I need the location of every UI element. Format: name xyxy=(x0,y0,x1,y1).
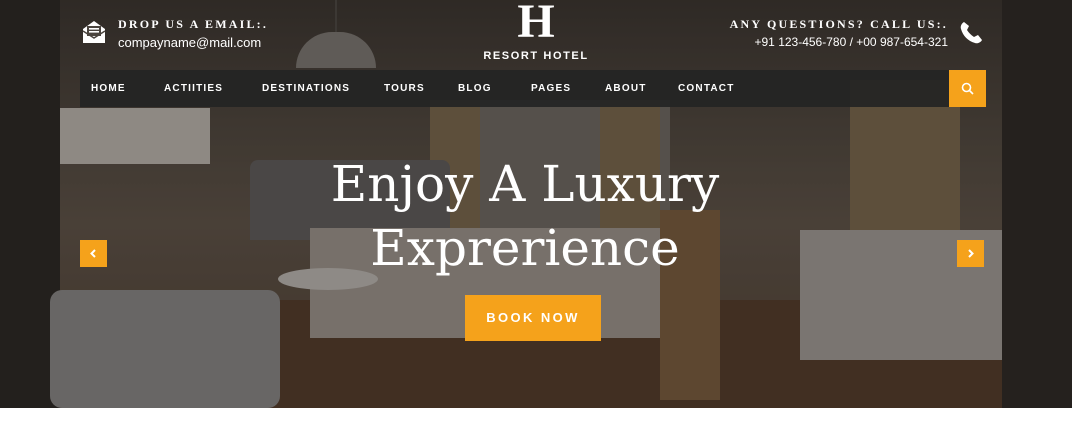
phone-icon xyxy=(958,20,984,46)
nav-item-home[interactable]: HOME xyxy=(91,70,126,107)
slider-prev-button[interactable] xyxy=(80,240,107,267)
chevron-right-icon xyxy=(968,249,974,258)
slider-next-button[interactable] xyxy=(957,240,984,267)
hero-slider: DROP US A EMAIL:. compayname@mail.com H … xyxy=(0,0,1072,408)
hero-headline: Enjoy A Luxury Exprerience xyxy=(0,152,1050,280)
nav-item-blog[interactable]: BLOG xyxy=(458,70,492,107)
call-title: ANY QUESTIONS? CALL US:. xyxy=(729,17,948,31)
hero-headline-line1: Enjoy A Luxury xyxy=(330,155,720,213)
chevron-left-icon xyxy=(90,249,96,258)
main-nav: HOME ACTIITIES DESTINATIONS TOURS BLOG P… xyxy=(80,70,986,107)
logo-text[interactable]: RESORT HOTEL xyxy=(0,50,1072,62)
hero-headline-line2: Exprerience xyxy=(370,219,680,277)
book-now-button[interactable]: BOOK NOW xyxy=(465,295,601,341)
search-icon xyxy=(961,82,974,95)
nav-item-about[interactable]: ABOUT xyxy=(605,70,647,107)
nav-item-actiities[interactable]: ACTIITIES xyxy=(164,70,223,107)
search-button[interactable] xyxy=(949,70,986,107)
nav-item-pages[interactable]: PAGES xyxy=(531,70,571,107)
phone-numbers[interactable]: +91 123-456-780 / +00 987-654-321 xyxy=(755,35,949,49)
nav-item-contact[interactable]: CONTACT xyxy=(678,70,735,107)
nav-item-destinations[interactable]: DESTINATIONS xyxy=(262,70,350,107)
nav-item-tours[interactable]: TOURS xyxy=(384,70,425,107)
